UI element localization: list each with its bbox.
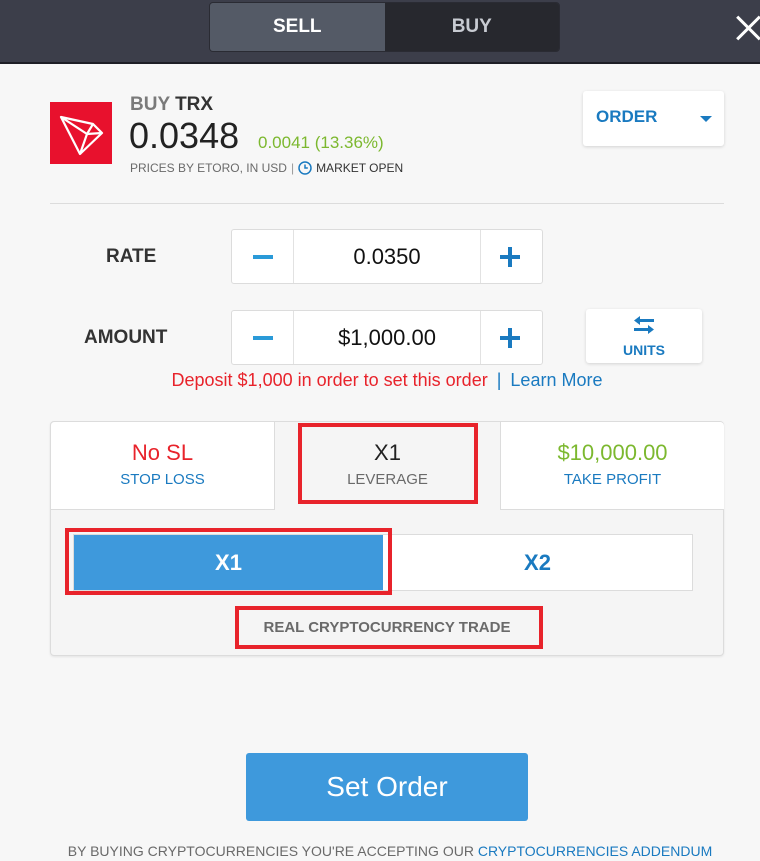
set-order-button[interactable]: Set Order bbox=[246, 753, 528, 821]
price-change: 0.0041 (13.36%) bbox=[258, 133, 384, 152]
tab-leverage[interactable]: X1 LEVERAGE bbox=[275, 422, 500, 510]
sell-buy-toggle: SELL BUY bbox=[209, 2, 560, 52]
stop-loss-label: STOP LOSS bbox=[120, 471, 205, 488]
amount-input[interactable] bbox=[294, 311, 480, 364]
tab-buy[interactable]: BUY bbox=[384, 3, 559, 51]
units-button[interactable]: UNITS bbox=[586, 309, 702, 363]
close-icon[interactable] bbox=[735, 14, 760, 42]
price-source: PRICES BY ETORO, IN USD bbox=[130, 161, 287, 175]
addendum-link[interactable]: CRYPTOCURRENCIES ADDENDUM bbox=[478, 843, 712, 859]
instrument-symbol: TRX bbox=[175, 94, 214, 115]
units-label: UNITS bbox=[623, 342, 665, 358]
rate-label: RATE bbox=[106, 246, 157, 267]
disclaimer-text: BY BUYING CRYPTOCURRENCIES YOU'RE ACCEPT… bbox=[67, 843, 474, 859]
learn-more-link[interactable]: Learn More bbox=[510, 370, 602, 390]
top-bar: SELL BUY bbox=[0, 0, 760, 64]
price-source-line: PRICES BY ETORO, IN USD | MARKET OPEN bbox=[130, 161, 403, 175]
trade-type-label: REAL CRYPTOCURRENCY TRADE bbox=[263, 619, 511, 636]
trade-action: BUY bbox=[130, 94, 170, 115]
caret-down-icon bbox=[700, 116, 712, 122]
leverage-option-x1[interactable]: X1 bbox=[74, 535, 383, 590]
order-type-dropdown[interactable]: ORDER bbox=[583, 91, 724, 146]
tron-logo-icon bbox=[50, 102, 112, 164]
footer-disclaimer: BY BUYING CRYPTOCURRENCIES YOU'RE ACCEPT… bbox=[0, 843, 760, 859]
trade-settings-panel: No SL STOP LOSS X1 LEVERAGE $10,000.00 T… bbox=[50, 421, 724, 656]
leverage-option-x2[interactable]: X2 bbox=[383, 535, 692, 590]
leverage-label: LEVERAGE bbox=[347, 471, 428, 488]
order-type-label: ORDER bbox=[596, 107, 658, 126]
take-profit-label: TAKE PROFIT bbox=[563, 471, 662, 488]
amount-label: AMOUNT bbox=[84, 327, 168, 348]
amount-increase-button[interactable] bbox=[480, 311, 542, 364]
tab-take-profit[interactable]: $10,000.00 TAKE PROFIT bbox=[500, 422, 724, 510]
separator: | bbox=[496, 370, 502, 390]
leverage-options: X1 X2 bbox=[73, 534, 693, 591]
rate-stepper bbox=[231, 229, 543, 284]
rate-decrease-button[interactable] bbox=[232, 230, 294, 283]
clock-icon bbox=[298, 161, 312, 175]
stop-loss-value: No SL bbox=[131, 440, 194, 465]
divider bbox=[50, 203, 724, 204]
instrument-title: BUY TRX bbox=[130, 94, 213, 116]
market-status: MARKET OPEN bbox=[316, 161, 404, 175]
tab-stop-loss[interactable]: No SL STOP LOSS bbox=[51, 422, 275, 510]
rate-input[interactable] bbox=[294, 230, 480, 283]
amount-stepper bbox=[231, 310, 543, 365]
swap-arrows-icon bbox=[634, 316, 654, 334]
take-profit-value: $10,000.00 bbox=[557, 440, 668, 465]
deposit-notice: Deposit $1,000 in order to set this orde… bbox=[0, 370, 760, 391]
amount-decrease-button[interactable] bbox=[232, 311, 294, 364]
leverage-value: X1 bbox=[374, 440, 401, 465]
separator: | bbox=[290, 161, 295, 175]
rate-increase-button[interactable] bbox=[480, 230, 542, 283]
instrument-price: 0.0348 bbox=[129, 115, 240, 156]
tab-sell[interactable]: SELL bbox=[210, 3, 385, 51]
deposit-warning: Deposit $1,000 in order to set this orde… bbox=[171, 370, 488, 390]
